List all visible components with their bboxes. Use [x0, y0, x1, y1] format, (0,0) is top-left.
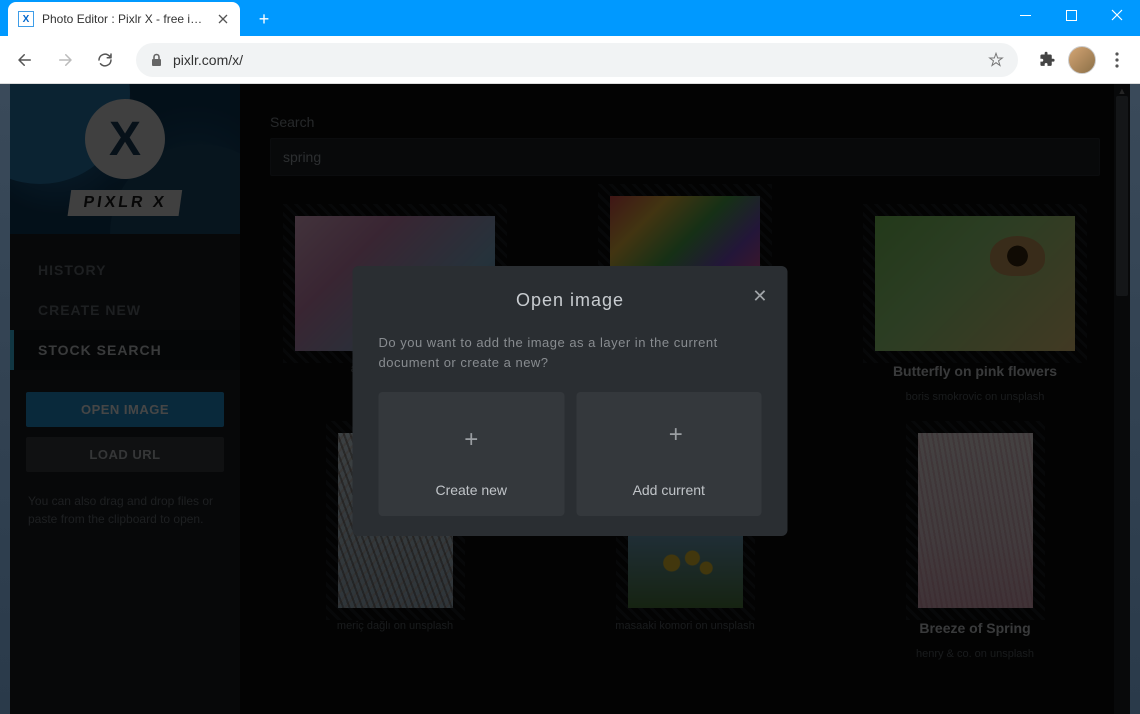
- new-tab-button[interactable]: +: [250, 5, 278, 33]
- forward-button: [48, 43, 82, 77]
- add-current-icon: +: [640, 416, 698, 464]
- desktop-bg-left: [0, 84, 10, 714]
- window-controls: [1002, 0, 1140, 30]
- create-new-icon: +: [442, 416, 500, 464]
- window-titlebar: X Photo Editor : Pixlr X - free image… +: [0, 0, 1140, 36]
- add-current-option[interactable]: + Add current: [576, 392, 762, 516]
- tab-title: Photo Editor : Pixlr X - free image…: [42, 12, 208, 26]
- lock-icon: [150, 53, 163, 67]
- back-button[interactable]: [8, 43, 42, 77]
- browser-tab[interactable]: X Photo Editor : Pixlr X - free image…: [8, 2, 240, 36]
- minimize-button[interactable]: [1002, 0, 1048, 30]
- modal-description: Do you want to add the image as a layer …: [379, 333, 762, 372]
- desktop-bg-right: [1130, 84, 1140, 714]
- open-image-modal: Open image ✕ Do you want to add the imag…: [353, 266, 788, 536]
- tab-favicon: X: [18, 11, 34, 27]
- bookmark-star-icon[interactable]: [988, 52, 1004, 68]
- create-new-option[interactable]: + Create new: [379, 392, 565, 516]
- extensions-icon[interactable]: [1032, 45, 1062, 75]
- add-current-label: Add current: [633, 482, 705, 498]
- tab-close-icon[interactable]: [216, 12, 230, 26]
- menu-icon[interactable]: [1102, 45, 1132, 75]
- modal-title: Open image: [379, 290, 762, 311]
- close-window-button[interactable]: [1094, 0, 1140, 30]
- profile-avatar[interactable]: [1068, 46, 1096, 74]
- reload-button[interactable]: [88, 43, 122, 77]
- maximize-button[interactable]: [1048, 0, 1094, 30]
- url-text: pixlr.com/x/: [173, 52, 978, 68]
- browser-toolbar: pixlr.com/x/: [0, 36, 1140, 84]
- modal-close-icon[interactable]: ✕: [752, 286, 767, 307]
- create-new-label: Create new: [435, 482, 507, 498]
- address-bar[interactable]: pixlr.com/x/: [136, 43, 1018, 77]
